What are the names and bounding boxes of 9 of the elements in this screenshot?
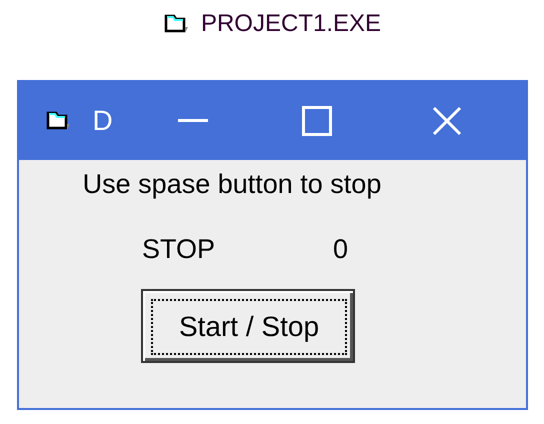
counter-value: 0 [333,232,348,266]
window-title: D [92,104,113,138]
status-label: STOP [142,232,215,266]
program-label: PROJECT1.EXE [200,9,382,39]
close-icon [432,106,462,136]
maximize-icon [302,106,332,136]
start-stop-button[interactable]: Start / Stop [143,291,353,361]
minimize-icon [178,119,208,123]
instruction-text: Use spase button to stop [82,168,382,201]
